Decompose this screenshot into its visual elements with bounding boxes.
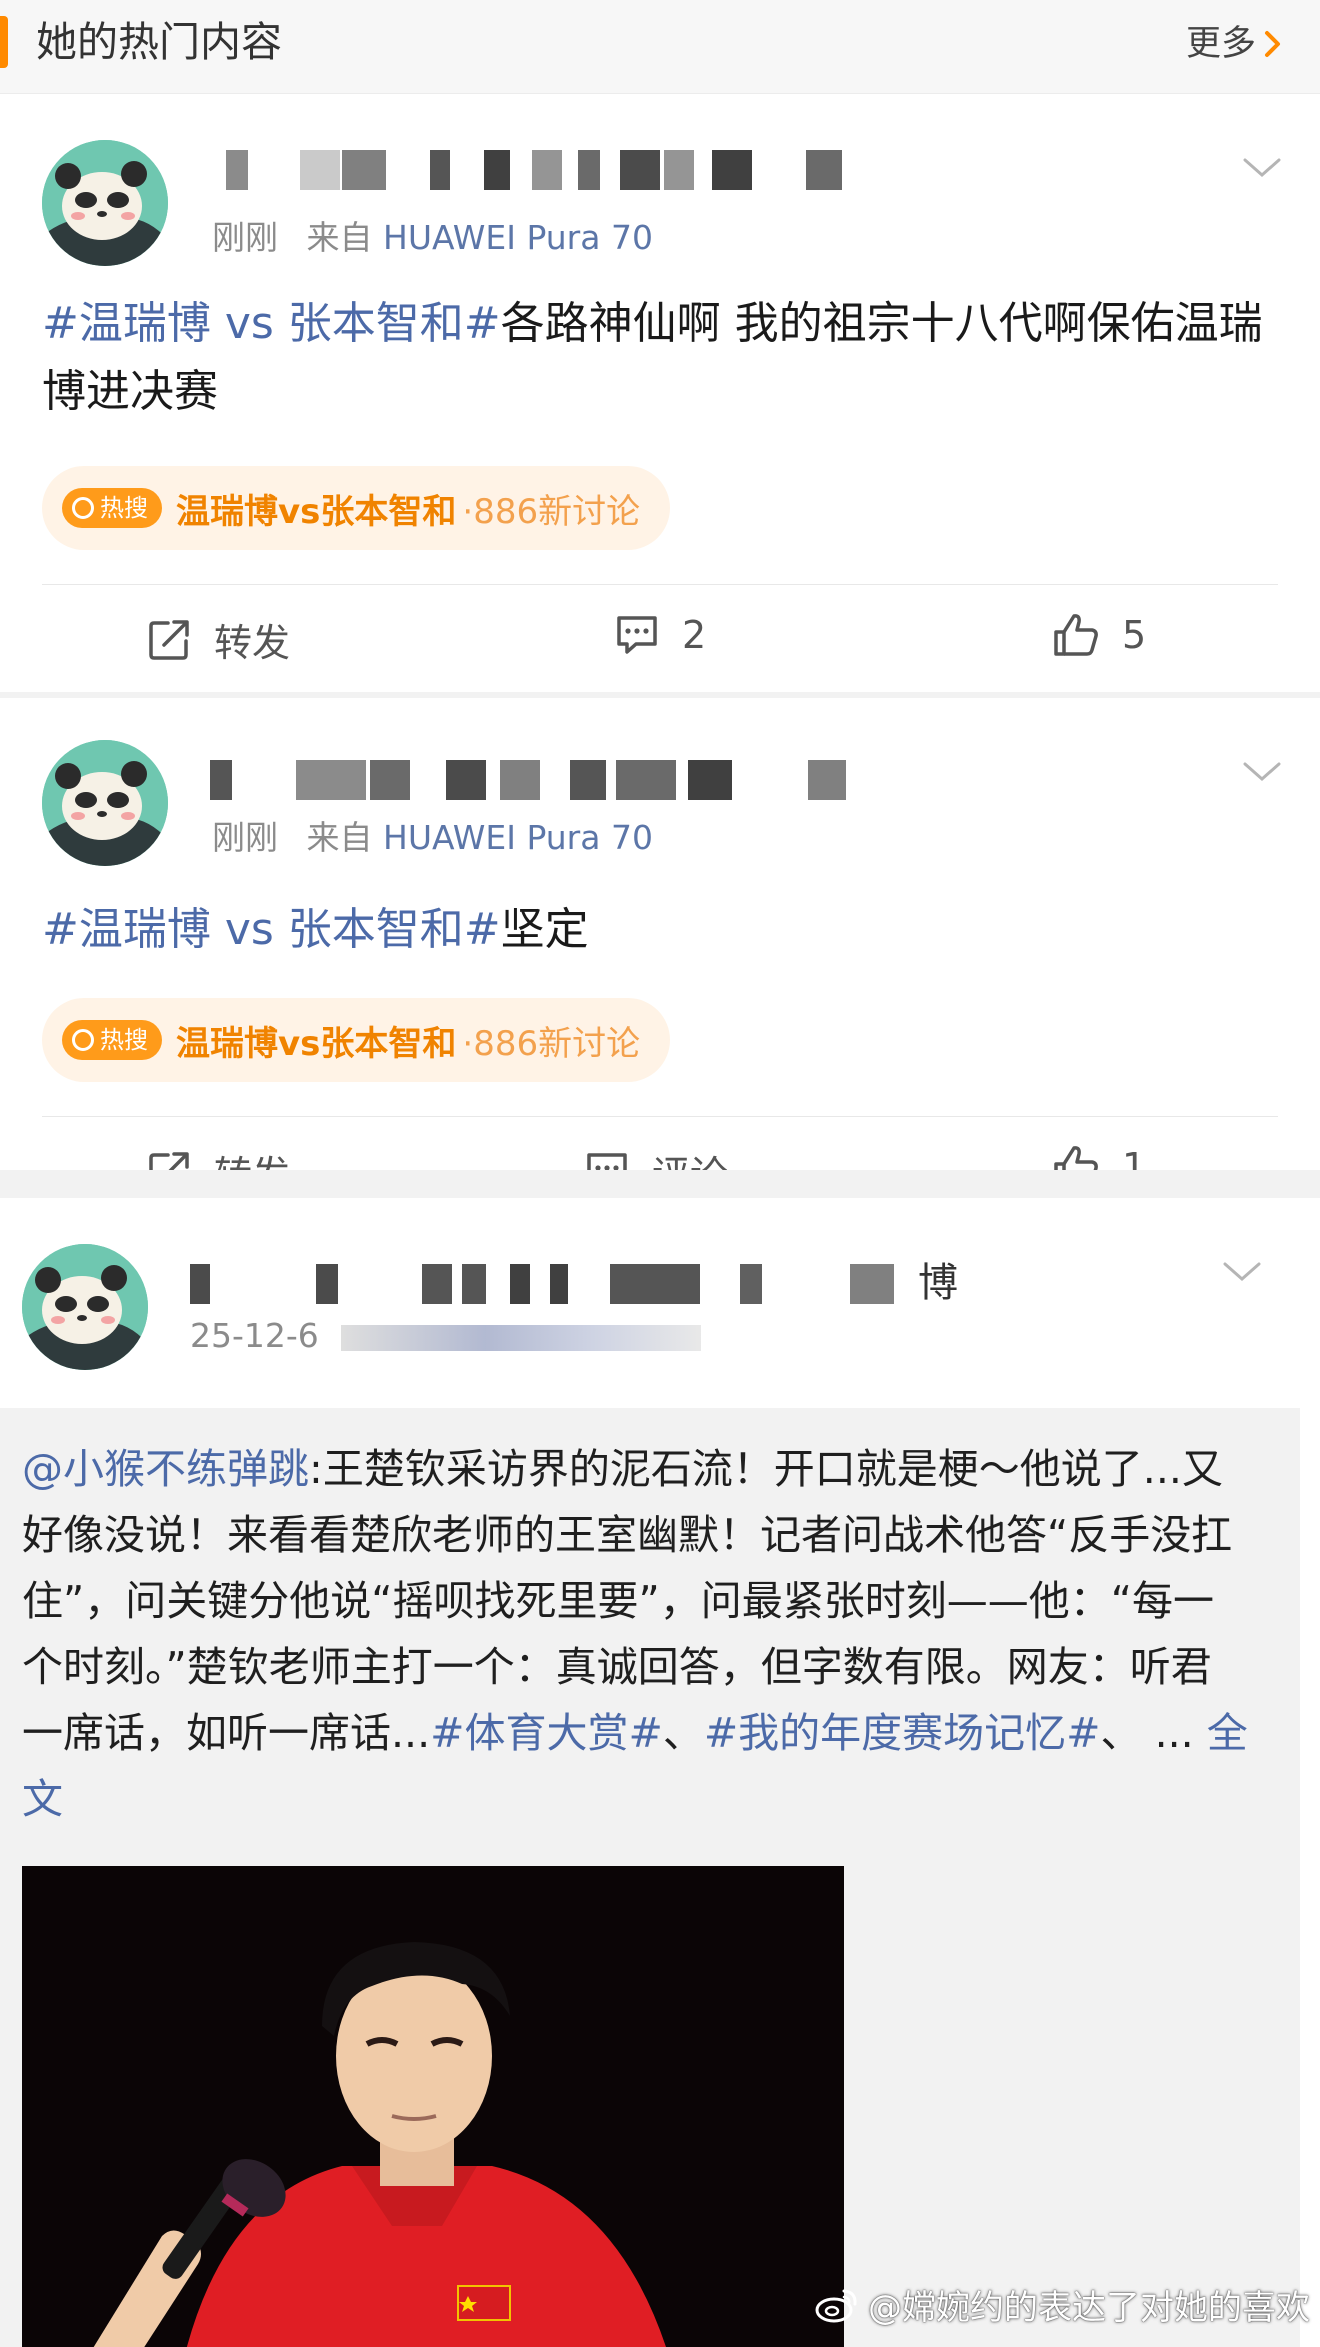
- repost-label: 转发: [214, 621, 291, 665]
- username-redacted[interactable]: [226, 150, 846, 194]
- username-tail: 博: [918, 1260, 958, 1306]
- post-text: #温瑞博 vs 张本智和#坚定: [42, 896, 1278, 964]
- post-time: 25-12-6: [190, 1316, 319, 1355]
- post-image[interactable]: [22, 1866, 844, 2347]
- hot-badge-label: 热搜: [100, 1026, 148, 1054]
- repost-label: 转发: [214, 1144, 290, 1170]
- search-icon: [72, 1029, 94, 1051]
- post-card: 博 25-12-6 @小猴不练弹跳:王楚钦采访界的泥石流！开口就是梗～他说了..…: [0, 1198, 1320, 2347]
- divider: [42, 1116, 1278, 1117]
- hot-search-pill[interactable]: 热搜 温瑞博vs张本智和 ·886新讨论: [42, 998, 671, 1082]
- hot-search-pill[interactable]: 热搜 温瑞博vs张本智和 ·886新讨论: [42, 466, 671, 550]
- section-header: 她的热门内容 更多: [0, 0, 1320, 94]
- hot-search-badge: 热搜: [62, 1020, 162, 1060]
- athlete-photo: [22, 1866, 844, 2347]
- mention-link[interactable]: @小猴不练弹跳: [22, 1445, 309, 1493]
- comment-button[interactable]: 2: [614, 612, 706, 658]
- source-prefix: 来自: [306, 818, 373, 857]
- hot-search-badge: 热搜: [62, 488, 162, 528]
- avatar[interactable]: [22, 1244, 148, 1370]
- topic-link[interactable]: #体育大赏#: [430, 1709, 663, 1757]
- post-meta: 25-12-6: [190, 1316, 702, 1356]
- weibo-watermark: @嫦婉约的表达了对她的喜欢: [814, 2280, 1310, 2329]
- post-time: 刚刚: [212, 218, 278, 257]
- weibo-logo-icon: [815, 2289, 857, 2322]
- repost-button[interactable]: 转发: [146, 1144, 290, 1170]
- chevron-down-icon[interactable]: [1242, 760, 1282, 784]
- comment-icon: [617, 616, 657, 654]
- comment-count: 2: [682, 613, 707, 657]
- search-icon: [72, 497, 94, 519]
- post-meta: 刚刚 来自 HUAWEI Pura 70: [212, 818, 653, 858]
- chevron-down-icon[interactable]: [1222, 1260, 1262, 1284]
- divider: [42, 584, 1278, 585]
- thumbs-up-icon: [1054, 1146, 1098, 1170]
- hot-topic-count: ·886新讨论: [462, 491, 641, 532]
- like-count: 5: [1122, 613, 1147, 657]
- post-body: 坚定: [500, 904, 589, 955]
- chevron-down-icon[interactable]: [1242, 156, 1282, 180]
- hot-topic-count: ·886新讨论: [462, 1023, 641, 1064]
- like-button[interactable]: 5: [1052, 612, 1146, 658]
- comment-label: 评论: [652, 1144, 728, 1170]
- post-meta: 刚刚 来自 HUAWEI Pura 70: [212, 218, 653, 258]
- username-redacted[interactable]: [190, 1264, 930, 1308]
- more-button[interactable]: 更多: [1186, 22, 1284, 66]
- device-source[interactable]: HUAWEI Pura 70: [383, 218, 653, 257]
- topic-link[interactable]: #温瑞博 vs 张本智和#: [42, 904, 501, 955]
- like-count: 1: [1122, 1145, 1147, 1170]
- post-text: #温瑞博 vs 张本智和#各路神仙啊 我的祖宗十八代啊保佑温瑞博进决赛: [42, 290, 1278, 426]
- panda-avatar-icon: [42, 740, 168, 866]
- like-button[interactable]: 1: [1052, 1144, 1146, 1170]
- separator: 、: [662, 1709, 704, 1757]
- device-source[interactable]: HUAWEI Pura 70: [383, 818, 653, 857]
- ellipsis: 、 ...: [1100, 1709, 1207, 1757]
- source-redacted: [341, 1324, 702, 1351]
- repost-icon: [149, 619, 189, 660]
- repost-button[interactable]: 转发: [146, 612, 290, 667]
- comment-button[interactable]: 评论: [584, 1144, 728, 1170]
- watermark-text: @嫦婉约的表达了对她的喜欢: [868, 2288, 1310, 2328]
- source-prefix: 来自: [306, 218, 373, 257]
- comment-icon: [587, 1152, 627, 1170]
- avatar[interactable]: [42, 740, 168, 866]
- post-card: 刚刚 来自 HUAWEI Pura 70 #温瑞博 vs 张本智和#坚定 热搜 …: [0, 698, 1320, 1170]
- hot-topic-name: 温瑞博vs张本智和: [176, 1023, 457, 1064]
- section-title: 她的热门内容: [36, 18, 282, 66]
- topic-link[interactable]: #我的年度赛场记忆#: [704, 1709, 1101, 1757]
- repost-icon: [149, 1151, 189, 1170]
- post-time: 刚刚: [212, 818, 278, 857]
- topic-link[interactable]: #温瑞博 vs 张本智和#: [42, 298, 501, 349]
- hot-topic-name: 温瑞博vs张本智和: [176, 491, 457, 532]
- repost-body[interactable]: @小猴不练弹跳:王楚钦采访界的泥石流！开口就是梗～他说了...又好像没说！来看看…: [0, 1408, 1300, 2347]
- avatar[interactable]: [42, 140, 168, 266]
- username-redacted[interactable]: [210, 760, 850, 804]
- hot-badge-label: 热搜: [100, 494, 148, 522]
- repost-text: @小猴不练弹跳:王楚钦采访界的泥石流！开口就是梗～他说了...又好像没说！来看看…: [22, 1436, 1252, 1832]
- thumbs-up-icon: [1054, 614, 1098, 656]
- panda-avatar-icon: [42, 140, 168, 266]
- more-label: 更多: [1185, 24, 1256, 64]
- panda-avatar-icon: [22, 1244, 148, 1370]
- post-card: 刚刚 来自 HUAWEI Pura 70 #温瑞博 vs 张本智和#各路神仙啊 …: [0, 94, 1320, 692]
- chevron-right-icon: [1265, 31, 1280, 57]
- section-accent-bar: [0, 16, 8, 68]
